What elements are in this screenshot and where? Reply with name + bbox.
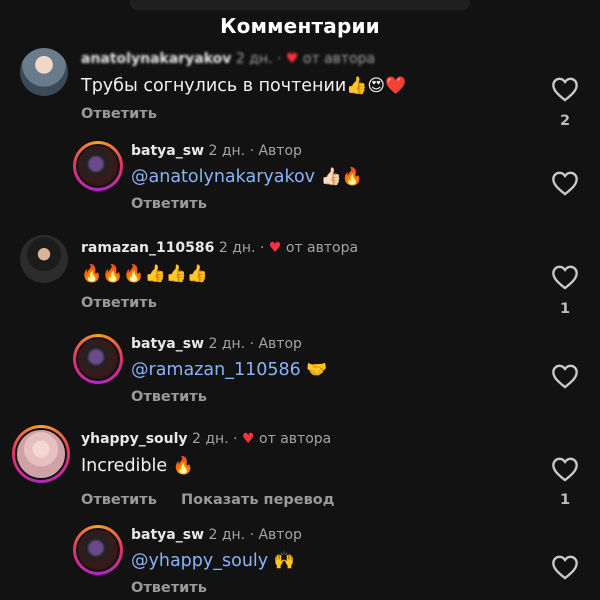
comment-meta: batya_sw 2 дн. · Автор [131, 527, 302, 543]
page-title: Комментарии [220, 14, 380, 38]
meta-separator: · [276, 51, 282, 67]
avatar[interactable] [20, 235, 68, 283]
author-liked-heart-icon: ♥ [268, 240, 282, 256]
reply-button[interactable]: Ответить [131, 580, 207, 596]
comment-emoji: 👍😍❤️ [346, 76, 407, 96]
comment-emoji: 🤝 [306, 360, 328, 380]
author-liked-heart-icon: ♥ [285, 51, 299, 67]
heart-outline-icon [552, 364, 578, 389]
comment-emoji: 👍🏻🔥 [320, 167, 363, 187]
comment-meta: anatolynakaryakov 2 дн. · ♥ от автора [81, 51, 375, 67]
scrolled-content-ghost [130, 0, 470, 10]
comment-emoji: 🔥 [172, 456, 194, 476]
heart-outline-icon [552, 457, 578, 482]
mention-link[interactable]: @ramazan_110586 [131, 360, 301, 380]
translate-button[interactable]: Показать перевод [181, 492, 334, 508]
comment-username[interactable]: anatolynakaryakov [81, 51, 231, 67]
like-button[interactable] [551, 76, 579, 102]
author-liked-heart-icon: ♥ [242, 431, 255, 447]
mention-link[interactable]: @yhappy_souly [131, 551, 268, 571]
like-button[interactable] [551, 170, 579, 196]
reply-button[interactable]: Ответить [131, 196, 207, 212]
heart-outline-icon [552, 265, 578, 290]
mention-link[interactable]: @anatolynakaryakov [131, 167, 315, 187]
comment-emoji: 🔥🔥🔥👍👍👍 [81, 264, 209, 284]
meta-separator: · [249, 336, 255, 352]
comment-text: @anatolynakaryakov 👍🏻🔥 [131, 167, 363, 187]
comment-meta: yhappy_souly 2 дн. · ♥ от автора [81, 431, 331, 447]
comment-text: @ramazan_110586 🤝 [131, 360, 328, 380]
author-badge: Автор [258, 336, 302, 352]
meta-separator: · [259, 240, 265, 256]
heart-outline-icon [552, 77, 578, 102]
comment-meta: ramazan_110586 2 дн. · ♥ от автора [81, 240, 358, 256]
like-count: 1 [559, 492, 571, 508]
avatar[interactable] [73, 141, 123, 191]
comment-time: 2 дн. [208, 336, 246, 352]
author-liked-label: от автора [302, 51, 376, 67]
avatar[interactable] [73, 525, 123, 575]
comment-text: 🔥🔥🔥👍👍👍 [81, 264, 208, 284]
author-liked-label: от автора [285, 240, 359, 256]
reply-button[interactable]: Ответить [131, 389, 207, 405]
like-button[interactable] [551, 456, 579, 482]
author-badge: Автор [258, 527, 302, 543]
avatar[interactable] [12, 425, 70, 483]
author-liked-label: от автора [259, 431, 332, 447]
comment-text: @yhappy_souly 🙌 [131, 551, 295, 571]
reply-button[interactable]: Ответить [81, 295, 157, 311]
comment-time: 2 дн. [192, 431, 229, 447]
comment-body: Incredible [81, 456, 168, 476]
meta-separator: · [249, 527, 255, 543]
comment-body: Трубы согнулись в почтении [81, 76, 347, 96]
comment-username[interactable]: ramazan_110586 [81, 240, 214, 256]
like-button[interactable] [551, 363, 579, 389]
comment-emoji: 🙌 [273, 551, 295, 571]
reply-button[interactable]: Ответить [81, 106, 157, 122]
meta-separator: · [233, 431, 238, 447]
comment-time: 2 дн. [208, 143, 246, 159]
comment-meta: batya_sw 2 дн. · Автор [131, 143, 302, 159]
meta-separator: · [249, 143, 255, 159]
comment-username[interactable]: batya_sw [131, 143, 204, 159]
comment-time: 2 дн. [208, 527, 246, 543]
comments-header: Комментарии [0, 0, 600, 52]
reply-button[interactable]: Ответить [81, 492, 157, 508]
comment-username[interactable]: yhappy_souly [81, 431, 188, 447]
like-count: 2 [559, 113, 571, 129]
comment-username[interactable]: batya_sw [131, 336, 204, 352]
author-badge: Автор [258, 143, 302, 159]
like-count: 1 [559, 301, 571, 317]
like-button[interactable] [551, 264, 579, 290]
comment-text: Трубы согнулись в почтении👍😍❤️ [81, 76, 406, 96]
avatar[interactable] [73, 334, 123, 384]
like-button[interactable] [551, 554, 579, 580]
heart-outline-icon [552, 555, 578, 580]
heart-outline-icon [552, 171, 578, 196]
avatar[interactable] [20, 48, 68, 96]
comment-text: Incredible 🔥 [81, 456, 194, 476]
comment-time: 2 дн. [235, 51, 273, 67]
comment-time: 2 дн. [218, 240, 256, 256]
comment-meta: batya_sw 2 дн. · Автор [131, 336, 302, 352]
comment-username[interactable]: batya_sw [131, 527, 204, 543]
